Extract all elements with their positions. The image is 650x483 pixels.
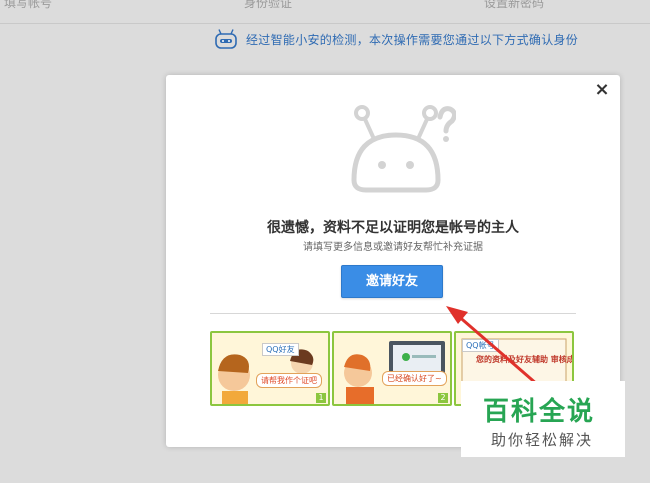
divider: [0, 23, 650, 24]
red-arrow-annotation: [446, 306, 539, 387]
notice-text: 经过智能小安的检测，本次操作需要您通过以下方式确认身份: [246, 32, 579, 47]
step-number: 1: [316, 393, 326, 403]
robot-question-illustration: [351, 105, 456, 193]
speech-bubble: 已经确认好了~: [382, 371, 447, 386]
dialog-title: 很遗憾，资料不足以证明您是帐号的主人: [267, 220, 519, 236]
invite-friends-button[interactable]: 邀请好友: [341, 265, 443, 298]
watermark-subtitle: 助你轻松解决: [491, 431, 594, 449]
step-label-3: 设置新密码: [484, 0, 545, 10]
baike-watermark: 百科全说 助你轻松解决: [461, 381, 625, 457]
robot-icon: [215, 29, 237, 49]
step-number: 2: [438, 393, 448, 403]
step-label-1: 填写帐号: [4, 0, 53, 10]
step-label-2: 身份验证: [244, 0, 293, 10]
help-step-panel-1: QQ好友 请帮我作个证吧 1: [210, 331, 330, 406]
watermark-title: 百科全说: [483, 397, 596, 427]
dialog-subtitle: 请填写更多信息或邀请好友帮忙补充证据: [303, 242, 483, 253]
close-icon[interactable]: ×: [594, 81, 610, 99]
speech-bubble: 请帮我作个证吧: [256, 373, 322, 388]
verification-notice: 经过智能小安的检测，本次操作需要您通过以下方式确认身份: [214, 27, 578, 51]
qq-friend-tag: QQ好友: [262, 343, 299, 356]
step-progress: 填写帐号 身份验证 设置新密码: [0, 0, 650, 12]
confirm-illustration: [344, 341, 445, 404]
help-step-panel-2: 已经确认好了~ 2: [332, 331, 452, 406]
